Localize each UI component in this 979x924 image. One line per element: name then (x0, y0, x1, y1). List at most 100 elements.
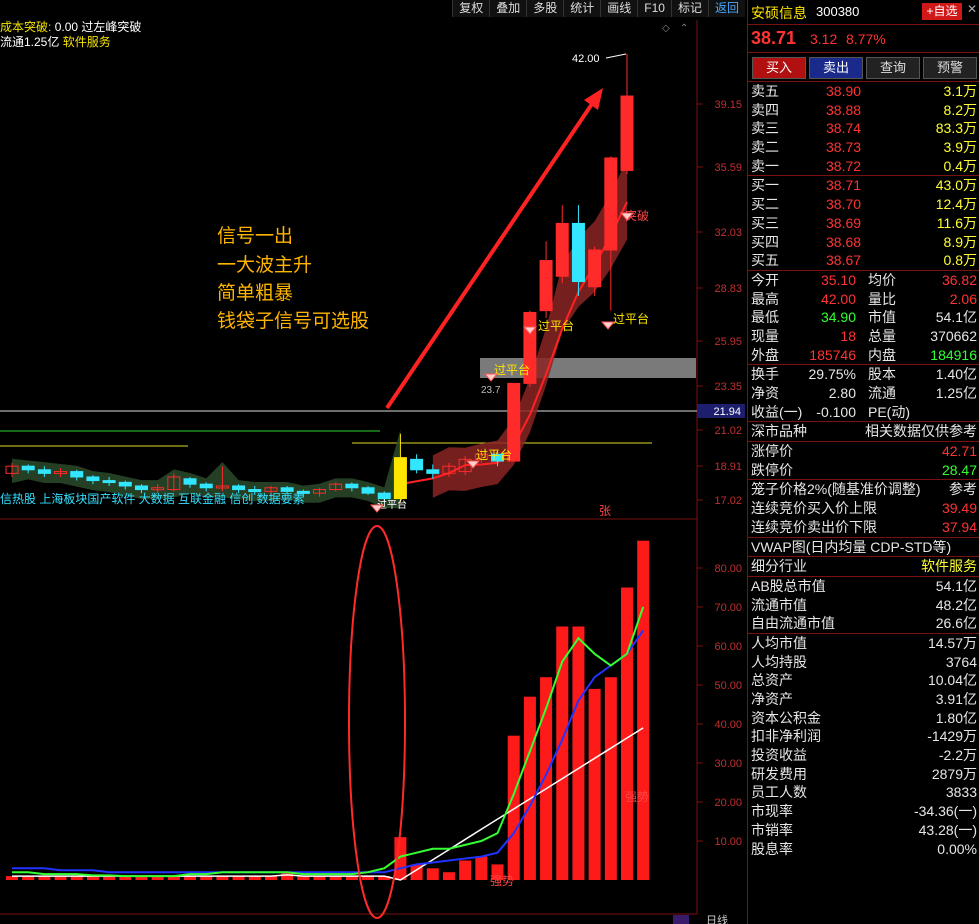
fundamental-value: 10.04亿 (927, 672, 977, 689)
scroll-handle[interactable] (673, 915, 689, 924)
asks-row[interactable]: 卖二 38.73 3.9万 (748, 138, 979, 157)
stat-label: 净资 (751, 385, 779, 401)
candle-body[interactable] (571, 222, 585, 283)
bids-row[interactable]: 买一 38.71 43.0万 (748, 176, 979, 195)
volume-bar[interactable] (475, 856, 488, 880)
close-icon[interactable]: ✕ (967, 2, 977, 16)
volume-bar[interactable] (637, 540, 650, 880)
asks-row[interactable]: 卖四 38.88 8.2万 (748, 101, 979, 120)
toolbar-btn-7[interactable]: 返回 (707, 0, 745, 17)
asks-row[interactable]: 卖三 38.74 83.3万 (748, 119, 979, 138)
toolbar-btn-5[interactable]: F10 (637, 0, 671, 17)
stats-row: 外盘 185746 内盘 184916 (748, 346, 979, 365)
lower-tick-label: 60.00 (714, 641, 742, 653)
upper-tick-label: 17.02 (714, 495, 742, 507)
asks-row[interactable]: 卖一 38.72 0.4万 (748, 157, 979, 176)
candle-body[interactable] (604, 157, 618, 251)
signal-highlight-ellipse (348, 525, 406, 919)
toolbar-btn-1[interactable]: 叠加 (489, 0, 527, 17)
toolbar-btn-4[interactable]: 画线 (600, 0, 638, 17)
volume-bar[interactable] (507, 735, 520, 880)
bids-volume: 11.6万 (936, 214, 977, 231)
candle-body[interactable] (118, 481, 132, 487)
diamond-icon[interactable]: ◇ (662, 23, 670, 34)
candle-body[interactable] (426, 469, 440, 474)
fundamental-row: 投资收益 -2.2万 (748, 746, 979, 765)
candle-body[interactable] (361, 487, 375, 494)
upper-tick-label: 32.03 (714, 227, 742, 239)
lower-tick-label: 20.00 (714, 797, 742, 809)
price-change: 3.12 (810, 31, 838, 47)
limit-label: 涨停价 (751, 443, 793, 460)
lower-tick-label: 40.00 (714, 719, 742, 731)
volume-bar[interactable] (459, 860, 472, 881)
toolbar-btn-3[interactable]: 统计 (563, 0, 601, 17)
annotation-line-3: 简单粗暴 (217, 282, 293, 304)
candle-body[interactable] (620, 95, 634, 171)
cage-buy-value: 39.49 (941, 500, 977, 517)
volume-bar[interactable] (426, 868, 439, 880)
kline-chart-area[interactable]: 成本突破: 0.00 过左峰突破 流通1.25亿 软件服务 ◇ ⌃ 39.15 3… (0, 0, 745, 924)
candle-body[interactable] (539, 260, 553, 312)
add-favorite-button[interactable]: +自选 (922, 3, 962, 20)
candle-body[interactable] (37, 469, 51, 474)
fundamental-label: 总资产 (751, 672, 793, 689)
trade-btn-3[interactable]: 预警 (923, 57, 977, 79)
stat-value-2: 54.1亿 (935, 309, 977, 326)
candle-body[interactable] (86, 476, 100, 482)
candle-body[interactable] (345, 483, 359, 489)
fundamental-value: 3764 (945, 653, 977, 670)
stats2-row: 净资 2.80 流通 1.25亿 (748, 384, 979, 403)
bids-price: 38.67 (826, 252, 862, 269)
volume-bar[interactable] (604, 677, 617, 880)
bids-row[interactable]: 买二 38.70 12.4万 (748, 195, 979, 214)
asks-label: 卖一 (751, 157, 779, 174)
chevron-up-icon[interactable]: ⌃ (680, 23, 688, 34)
trade-btn-1[interactable]: 卖出 (809, 57, 863, 79)
candle-body[interactable] (280, 487, 294, 492)
bids-row[interactable]: 买五 38.67 0.8万 (748, 251, 979, 270)
upper-tick-label: 35.59 (714, 162, 742, 174)
stat-label-2: 内盘 (868, 346, 896, 363)
vwap-row[interactable]: VWAP图(日内均量 CDP-STD等) (748, 538, 979, 558)
candle-body[interactable] (232, 485, 246, 491)
volume-bar[interactable] (572, 626, 585, 881)
candle-body[interactable] (393, 457, 407, 500)
candle-body[interactable] (134, 485, 148, 491)
candle-body[interactable] (183, 478, 197, 485)
trade-btn-2[interactable]: 查询 (866, 57, 920, 79)
bids-row[interactable]: 买四 38.68 8.9万 (748, 233, 979, 252)
toolbar-btn-6[interactable]: 标记 (670, 0, 708, 17)
asks-volume: 3.9万 (943, 139, 977, 156)
bids-row[interactable]: 买三 38.69 11.6万 (748, 214, 979, 233)
candle-body[interactable] (199, 483, 213, 489)
volume-bar[interactable] (523, 696, 536, 880)
volume-bar[interactable] (442, 872, 455, 880)
candle-body[interactable] (410, 458, 424, 471)
candle-body[interactable] (555, 222, 569, 277)
asks-volume: 3.1万 (943, 83, 977, 99)
candle-body[interactable] (588, 249, 602, 288)
asks-price: 38.72 (826, 157, 862, 174)
fundamental-value: 3.91亿 (935, 691, 977, 707)
upper-tick-label: 28.83 (714, 283, 742, 295)
volume-bar[interactable] (621, 587, 633, 881)
candle-body[interactable] (377, 492, 391, 500)
candle-body[interactable] (21, 465, 35, 471)
platform-break-label-3: 过平台 (494, 362, 530, 377)
asks-row[interactable]: 卖五 38.90 3.1万 (748, 82, 979, 101)
limit-up-tag: 张 (599, 504, 611, 518)
trade-btn-0[interactable]: 买入 (752, 57, 806, 79)
annotation-line-2: 一大波主升 (217, 254, 312, 276)
period-label[interactable]: 日线 (706, 913, 728, 924)
stat-value: 42.00 (820, 290, 856, 307)
fundamental-value: 14.57万 (927, 634, 977, 651)
toolbar-btn-0[interactable]: 复权 (452, 0, 490, 17)
candle-body[interactable] (70, 471, 84, 478)
fundamental-value: -34.36(一) (913, 803, 977, 820)
candle-body[interactable] (102, 480, 116, 484)
stat-value-2: 184916 (930, 346, 977, 363)
fundamental-row: 市销率 43.28(一) (748, 821, 979, 840)
toolbar-btn-2[interactable]: 多股 (526, 0, 564, 17)
volume-bar[interactable] (588, 688, 601, 880)
